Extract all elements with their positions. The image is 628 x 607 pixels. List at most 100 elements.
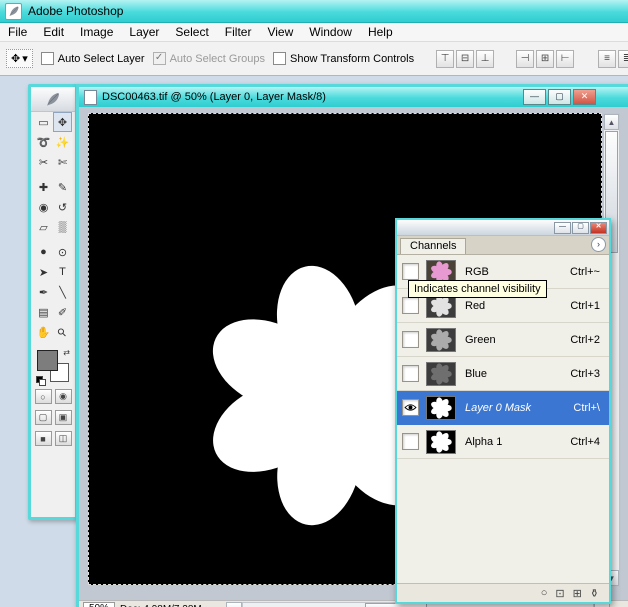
tab-channels[interactable]: Channels: [400, 238, 466, 254]
visibility-toggle[interactable]: [402, 433, 419, 450]
visibility-toggle[interactable]: [402, 365, 419, 382]
menu-bar: File Edit Image Layer Select Filter View…: [0, 23, 628, 42]
path-selection-tool[interactable]: ➤: [34, 262, 53, 282]
standard-mode-button[interactable]: ○: [35, 389, 52, 404]
palette-menu-icon[interactable]: ›: [591, 237, 606, 252]
default-colors-icon[interactable]: [36, 376, 46, 384]
crop-tool[interactable]: ✂: [34, 152, 53, 172]
dodge-tool[interactable]: ⊙: [53, 242, 72, 262]
distribute-top-button[interactable]: ≡: [598, 50, 616, 68]
history-brush-tool[interactable]: ↺: [53, 197, 72, 217]
menu-help[interactable]: Help: [360, 24, 401, 40]
channel-name: RGB: [465, 266, 570, 278]
tool-options-bar: ✥ ▾ Auto Select Layer ✓ Auto Select Grou…: [0, 42, 628, 76]
path-selection-icon: ➤: [39, 266, 48, 279]
brush-tool[interactable]: ✎: [53, 177, 72, 197]
eraser-tool[interactable]: ▱: [34, 217, 53, 237]
document-size-info: Doc: 4.98M/7.28M: [120, 604, 202, 607]
align-top-edges-button[interactable]: ⊤: [436, 50, 454, 68]
align-top-icon: ⊤: [441, 53, 450, 64]
save-selection-icon[interactable]: ⊡: [555, 587, 564, 600]
distribute-center-button[interactable]: ≣: [618, 50, 628, 68]
fullscreen-menubar-button[interactable]: ▣: [55, 410, 72, 425]
notes-tool[interactable]: ▤: [34, 302, 53, 322]
app-titlebar[interactable]: Adobe Photoshop: [0, 0, 628, 23]
clone-stamp-tool[interactable]: ◉: [34, 197, 53, 217]
fullscreen-button[interactable]: ■: [35, 431, 52, 446]
channel-shortcut: Ctrl+1: [570, 300, 600, 312]
load-selection-icon[interactable]: ○: [541, 587, 548, 599]
new-channel-icon[interactable]: ⊞: [573, 587, 582, 600]
type-tool[interactable]: T: [53, 262, 72, 282]
align-vertical-centers-button[interactable]: ⊟: [456, 50, 474, 68]
align-horizontal-centers-button[interactable]: ⊞: [536, 50, 554, 68]
eyedropper-icon: ✐: [58, 306, 67, 319]
minimize-button[interactable]: —: [523, 89, 546, 105]
align-right-edges-button[interactable]: ⊢: [556, 50, 574, 68]
zoom-level-field[interactable]: 50%: [83, 602, 115, 607]
rectangular-marquee-tool[interactable]: ▭: [34, 112, 53, 132]
close-button[interactable]: ✕: [573, 89, 596, 105]
imageready-button[interactable]: ◫: [55, 431, 72, 446]
menu-image[interactable]: Image: [72, 24, 121, 40]
visibility-toggle[interactable]: [402, 331, 419, 348]
menu-window[interactable]: Window: [301, 24, 360, 40]
menu-layer[interactable]: Layer: [121, 24, 167, 40]
pen-tool[interactable]: ✒: [34, 282, 53, 302]
align-left-edges-button[interactable]: ⊣: [516, 50, 534, 68]
lasso-tool[interactable]: ➰: [34, 132, 53, 152]
line-tool[interactable]: ╲: [53, 282, 72, 302]
notes-icon: ▤: [38, 306, 48, 319]
move-tool-icon: ✥: [11, 52, 20, 65]
quick-mask-mode-button[interactable]: ◉: [55, 389, 72, 404]
zoom-tool[interactable]: ⚲: [53, 322, 72, 342]
document-titlebar[interactable]: DSC00463.tif @ 50% (Layer 0, Layer Mask/…: [79, 87, 628, 107]
palette-maximize-button[interactable]: ▢: [572, 222, 589, 234]
align-bottom-edges-button[interactable]: ⊥: [476, 50, 494, 68]
channel-name: Green: [465, 334, 570, 346]
visibility-toggle[interactable]: [402, 263, 419, 280]
channel-row-green[interactable]: Green Ctrl+2: [397, 323, 609, 357]
delete-channel-icon[interactable]: ⚱: [590, 587, 599, 600]
magic-wand-tool[interactable]: ✨: [53, 132, 72, 152]
healing-brush-icon: ✚: [39, 181, 48, 194]
hand-tool[interactable]: ✋: [34, 322, 53, 342]
scroll-left-icon[interactable]: ◄: [226, 602, 242, 607]
resize-grip[interactable]: [615, 602, 628, 607]
gradient-tool[interactable]: ▒: [53, 217, 72, 237]
channel-shortcut: Ctrl+\: [573, 402, 600, 414]
menu-file[interactable]: File: [0, 24, 35, 40]
scroll-up-icon[interactable]: ▲: [604, 114, 619, 130]
eyedropper-tool[interactable]: ✐: [53, 302, 72, 322]
menu-view[interactable]: View: [259, 24, 301, 40]
palette-bottom-bar: ○ ⊡ ⊞ ⚱: [397, 583, 609, 602]
visibility-toggle[interactable]: [402, 297, 419, 314]
document-icon: [84, 90, 97, 105]
toolbox-header[interactable]: [31, 87, 75, 112]
palette-titlebar[interactable]: — ▢ ✕: [397, 220, 609, 236]
swap-colors-icon[interactable]: ⇄: [63, 348, 70, 357]
palette-minimize-button[interactable]: —: [554, 222, 571, 234]
show-transform-controls-checkbox[interactable]: Show Transform Controls: [273, 52, 414, 65]
auto-select-groups-checkbox[interactable]: ✓ Auto Select Groups: [153, 52, 265, 65]
auto-select-layer-checkbox[interactable]: Auto Select Layer: [41, 52, 145, 65]
move-tool[interactable]: ✥: [53, 112, 72, 132]
channel-row-blue[interactable]: Blue Ctrl+3: [397, 357, 609, 391]
foreground-color-swatch[interactable]: [37, 350, 58, 371]
palette-close-button[interactable]: ✕: [590, 222, 607, 234]
channel-row-alpha-1[interactable]: Alpha 1 Ctrl+4: [397, 425, 609, 459]
tool-preset-picker[interactable]: ✥ ▾: [6, 49, 33, 68]
healing-brush-tool[interactable]: ✚: [34, 177, 53, 197]
blur-tool[interactable]: ●: [34, 242, 53, 262]
blur-icon: ●: [40, 246, 47, 258]
menu-edit[interactable]: Edit: [35, 24, 72, 40]
menu-filter[interactable]: Filter: [217, 24, 260, 40]
slice-tool[interactable]: ✄: [53, 152, 72, 172]
menu-select[interactable]: Select: [167, 24, 216, 40]
checkbox-box: [273, 52, 286, 65]
standard-screen-button[interactable]: ▢: [35, 410, 52, 425]
maximize-button[interactable]: ▢: [548, 89, 571, 105]
channel-row-layer-0-mask[interactable]: Layer 0 Mask Ctrl+\: [397, 391, 609, 425]
visibility-toggle[interactable]: [402, 399, 419, 416]
channel-name: Alpha 1: [465, 436, 570, 448]
